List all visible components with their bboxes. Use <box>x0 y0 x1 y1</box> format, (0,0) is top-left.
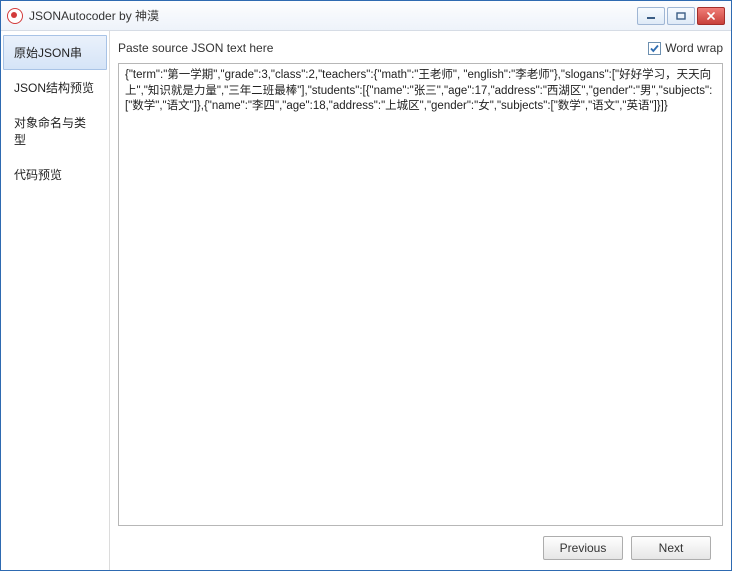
wordwrap-label: Word wrap <box>665 41 723 55</box>
sidebar-item-label: 对象命名与类型 <box>14 116 86 147</box>
paste-label: Paste source JSON text here <box>118 41 648 55</box>
sidebar-item-code-preview[interactable]: 代码预览 <box>3 157 107 192</box>
sidebar-item-label: 代码预览 <box>14 168 62 182</box>
main-header: Paste source JSON text here Word wrap <box>118 37 723 59</box>
close-icon <box>706 12 716 20</box>
next-button[interactable]: Next <box>631 536 711 560</box>
button-label: Previous <box>560 541 607 555</box>
check-icon <box>649 43 660 54</box>
sidebar-item-label: 原始JSON串 <box>14 46 82 60</box>
app-icon <box>7 8 23 24</box>
window-controls <box>637 7 725 25</box>
main-panel: Paste source JSON text here Word wrap {"… <box>110 31 731 570</box>
sidebar-item-raw-json[interactable]: 原始JSON串 <box>3 35 107 70</box>
maximize-button[interactable] <box>667 7 695 25</box>
previous-button[interactable]: Previous <box>543 536 623 560</box>
sidebar-item-label: JSON结构预览 <box>14 81 94 95</box>
footer: Previous Next <box>118 526 723 570</box>
sidebar-item-naming-types[interactable]: 对象命名与类型 <box>3 105 107 157</box>
minimize-button[interactable] <box>637 7 665 25</box>
client-area: 原始JSON串 JSON结构预览 对象命名与类型 代码预览 Paste sour… <box>1 31 731 570</box>
sidebar-item-structure-preview[interactable]: JSON结构预览 <box>3 70 107 105</box>
title-bar[interactable]: JSONAutocoder by 神漠 <box>1 1 731 31</box>
json-text-content: {"term":"第一学期","grade":3,"class":2,"teac… <box>125 68 716 115</box>
app-window: JSONAutocoder by 神漠 原始JSON串 JSON结构预览 对象命… <box>0 0 732 571</box>
maximize-icon <box>676 12 686 20</box>
sidebar: 原始JSON串 JSON结构预览 对象命名与类型 代码预览 <box>1 31 110 570</box>
button-label: Next <box>659 541 684 555</box>
checkbox-box <box>648 42 661 55</box>
window-title: JSONAutocoder by 神漠 <box>29 7 637 24</box>
json-textarea[interactable]: {"term":"第一学期","grade":3,"class":2,"teac… <box>118 63 723 526</box>
wordwrap-checkbox[interactable]: Word wrap <box>648 41 723 55</box>
close-button[interactable] <box>697 7 725 25</box>
minimize-icon <box>646 12 656 20</box>
